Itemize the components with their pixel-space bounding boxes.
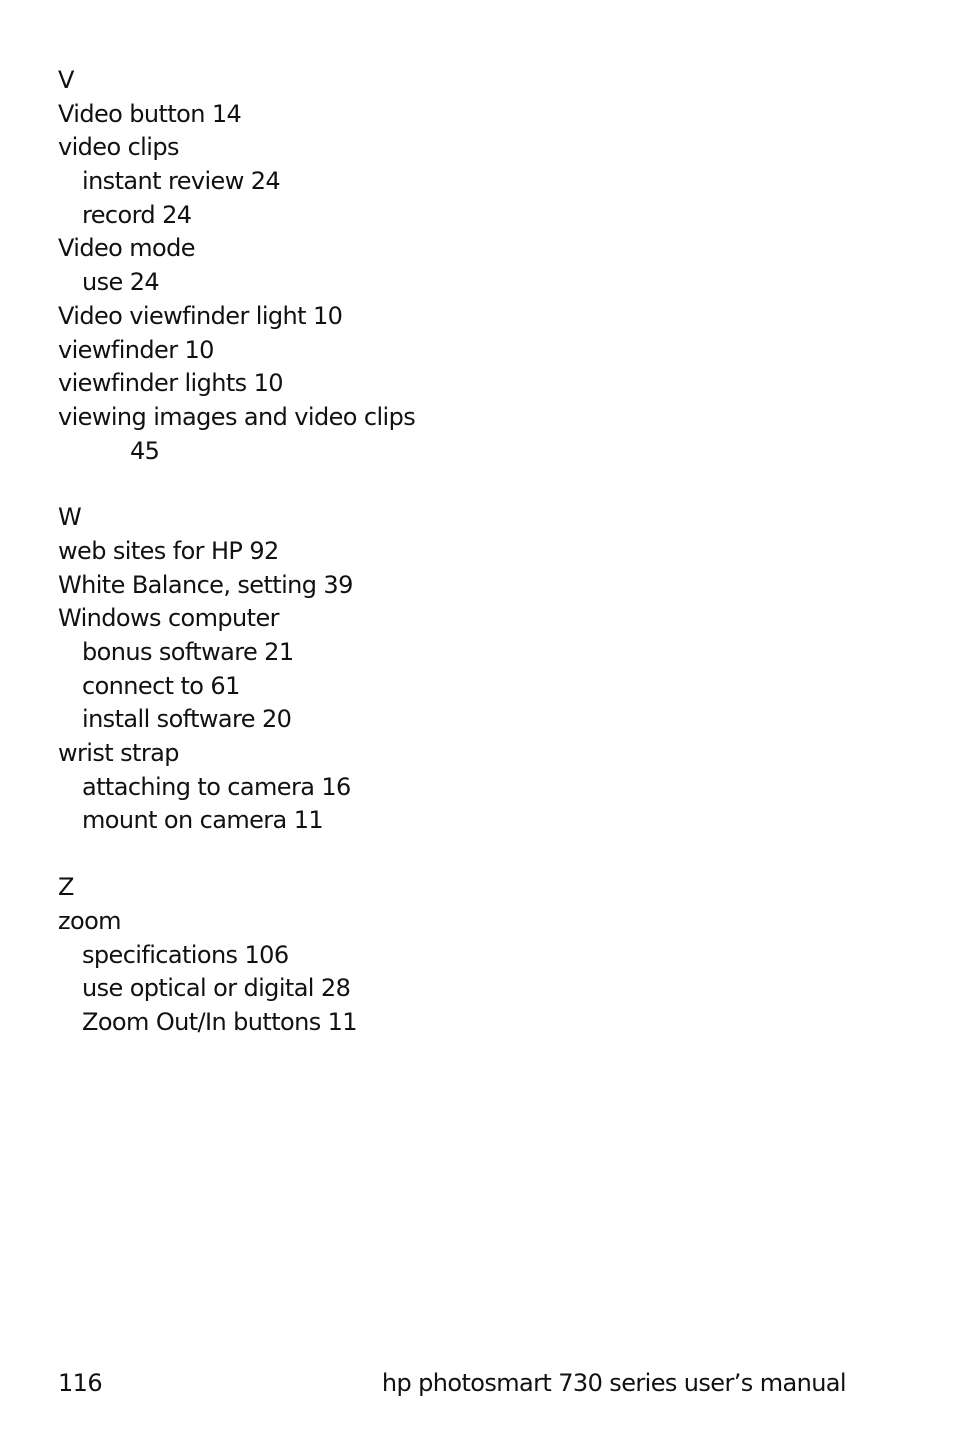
index-entry: zoom — [58, 906, 122, 935]
index-subentry: mount on camera 11 — [82, 806, 324, 835]
index-entry: White Balance, setting 39 — [58, 570, 353, 599]
index-entry: Windows computer — [58, 604, 280, 633]
index-subentry: instant review 24 — [82, 167, 281, 196]
page-number: 116 — [58, 1369, 103, 1397]
index-entry: web sites for HP 92 — [58, 536, 279, 565]
index-subentry: attaching to camera 16 — [82, 772, 351, 801]
index-subentry: use optical or digital 28 — [82, 974, 351, 1003]
index-subentry: bonus software 21 — [82, 638, 294, 666]
index-subentry: connect to 61 — [82, 671, 240, 700]
section-letter: Z — [58, 873, 74, 902]
section-letter: W — [58, 503, 82, 532]
index-entry: Video mode — [58, 234, 196, 263]
index-entry: video clips — [58, 133, 179, 162]
section-letter: V — [58, 66, 74, 94]
index-subentry: Zoom Out/In buttons 11 — [82, 1007, 358, 1036]
index-entry: Video viewfinder light 10 — [58, 301, 343, 330]
index-section-z: Z zoom specifications 106 use optical or… — [58, 871, 558, 1039]
index-entry: viewfinder 10 — [58, 335, 214, 364]
index-entry-continuation: 45 — [130, 436, 160, 465]
manual-title: hp photosmart 730 series user’s manual — [381, 1369, 847, 1397]
index-entry: wrist strap — [58, 739, 179, 768]
index-section-w: W web sites for HP 92 White Balance, set… — [58, 501, 558, 838]
index-entry: viewfinder lights 10 — [58, 369, 284, 398]
index-section-v: V Video button 14 video clips instant re… — [58, 64, 558, 468]
index-subentry: use 24 — [82, 268, 160, 297]
index-list: V Video button 14 video clips instant re… — [58, 64, 558, 1040]
index-subentry: record 24 — [82, 200, 192, 229]
index-subentry: specifications 106 — [82, 940, 289, 969]
index-entry: viewing images and video clips — [58, 402, 416, 431]
index-entry: Video button 14 — [58, 99, 242, 128]
index-subentry: install software 20 — [82, 705, 292, 734]
